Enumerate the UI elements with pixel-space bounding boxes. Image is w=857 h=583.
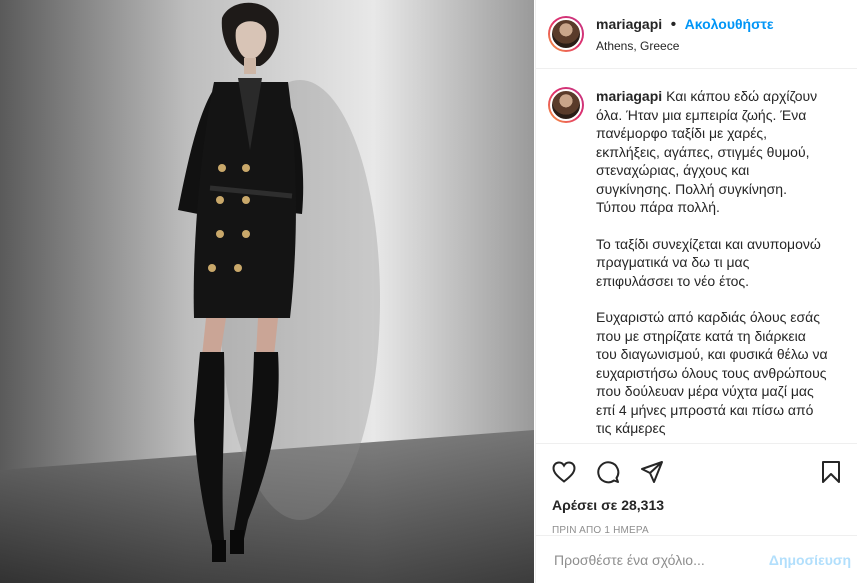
comment-icon	[597, 461, 620, 484]
separator-dot: •	[670, 15, 677, 33]
likes-count[interactable]: Αρέσει σε 28,313	[536, 487, 857, 513]
caption-paragraph-1-text: Και κάπου εδώ αρχίζουν όλα. Ήταν μια εμπ…	[596, 88, 818, 215]
publish-button[interactable]: Δημοσίευση	[769, 552, 851, 568]
caption-avatar[interactable]	[548, 87, 584, 123]
instagram-post: mariagapi • Ακολουθήστε Athens, Greece m…	[0, 0, 857, 583]
comment-composer: Δημοσίευση	[536, 535, 857, 583]
caption-paragraph-2: Το ταξίδι συνεχίζεται και ανυπομονώ πραγ…	[596, 235, 821, 289]
bookmark-icon	[822, 461, 840, 483]
comment-button[interactable]	[594, 458, 622, 486]
caption: mariagapi Και κάπου εδώ αρχίζουν όλα. Ήτα…	[548, 87, 845, 443]
share-button[interactable]	[638, 458, 666, 486]
post-timestamp[interactable]: ΠΡΙΝ ΑΠΟ 1 ΗΜΕΡΑ	[536, 513, 857, 536]
save-button[interactable]	[817, 458, 845, 486]
avatar-image	[550, 18, 582, 50]
header-username[interactable]: mariagapi	[596, 16, 662, 32]
caption-paragraph-3: Ευχαριστώ από καρδιάς όλους εσάς που με …	[596, 309, 828, 436]
caption-text: mariagapi Και κάπου εδώ αρχίζουν όλα. Ήτα…	[596, 87, 828, 443]
post-sidebar: mariagapi • Ακολουθήστε Athens, Greece m…	[535, 0, 857, 583]
caption-avatar-image	[550, 89, 582, 121]
like-button[interactable]	[550, 458, 578, 486]
share-icon	[641, 461, 663, 483]
post-photo[interactable]	[0, 0, 534, 583]
action-icons	[536, 444, 857, 487]
model-in-black-dress-illustration	[0, 0, 534, 583]
header-info: mariagapi • Ακολουθήστε Athens, Greece	[596, 15, 774, 54]
follow-button[interactable]: Ακολουθήστε	[685, 16, 774, 32]
caption-username[interactable]: mariagapi	[596, 88, 662, 104]
post-header: mariagapi • Ακολουθήστε Athens, Greece	[536, 0, 857, 69]
comments-section: mariagapi Και κάπου εδώ αρχίζουν όλα. Ήτα…	[536, 69, 857, 443]
comment-input[interactable]	[552, 550, 769, 569]
avatar[interactable]	[548, 16, 584, 52]
heart-icon	[552, 461, 576, 483]
location-link[interactable]: Athens, Greece	[596, 39, 774, 54]
caption-paragraph-1: mariagapi Και κάπου εδώ αρχίζουν όλα. Ήτα…	[596, 87, 828, 217]
